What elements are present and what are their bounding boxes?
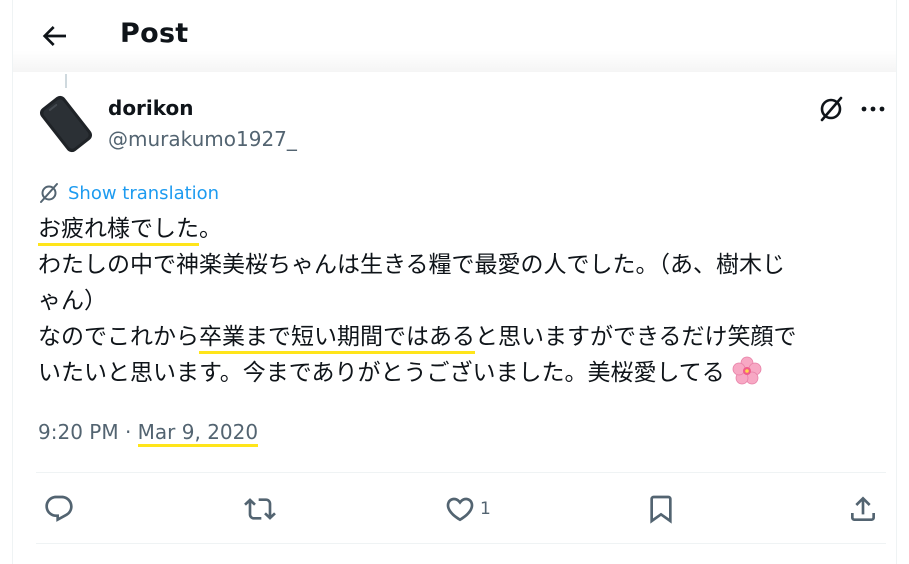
like-button[interactable]: 1 (444, 491, 491, 527)
author-handle[interactable]: @murakumo1927_ (108, 127, 297, 151)
heart-icon (446, 497, 474, 522)
translate-icon (40, 183, 58, 203)
share-icon (851, 496, 875, 521)
tweet-fragment: いたいと思います。今までありがとうございました。美桜愛してる (38, 360, 725, 386)
left-border (12, 0, 13, 564)
post-time: 9:20 PM (38, 420, 119, 444)
back-button[interactable] (38, 20, 70, 52)
share-button[interactable] (847, 491, 879, 527)
tweet-line: わたしの中で神楽美桜ちゃんは生きる糧で最愛の人でした。（あ、樹木じ (38, 252, 786, 278)
show-translation-label: Show translation (68, 182, 220, 204)
more-dots-icon (861, 106, 885, 112)
tweet-text: お疲れ様でした。 わたしの中で神楽美桜ちゃんは生きる糧で最愛の人でした。（あ、樹… (38, 211, 878, 391)
tweet-line: ゃん） (38, 288, 107, 314)
reply-icon (45, 495, 73, 522)
repost-button[interactable] (244, 491, 276, 527)
post-timestamp: 9:20 PM · Mar 9, 2020 (38, 420, 259, 447)
more-options-button[interactable] (858, 94, 888, 124)
highlighted-text: 卒業まで短い期間ではある (199, 324, 475, 354)
tweet-fragment: と思いますができるだけ笑顔で (475, 324, 797, 350)
reply-button[interactable] (43, 491, 75, 527)
author-display-name[interactable]: dorikon (108, 96, 194, 120)
arrow-left-icon (42, 26, 66, 46)
highlighted-text: お疲れ様でした (38, 216, 199, 246)
bookmark-button[interactable] (645, 491, 677, 527)
show-translation-link[interactable]: Show translation (38, 181, 219, 205)
tweet-line: いたいと思います。今までありがとうございました。美桜愛してる (38, 355, 878, 391)
divider (36, 543, 886, 544)
post-date-link[interactable]: Mar 9, 2020 (137, 420, 259, 447)
post-header: Post (13, 0, 896, 72)
like-count: 1 (480, 499, 491, 519)
grok-button[interactable] (816, 94, 846, 124)
bookmark-icon (650, 495, 672, 524)
tweet-line: なのでこれから卒業まで短い期間ではあると思いますができるだけ笑顔で (38, 319, 878, 355)
tweet-line: お疲れ様でした。 (38, 211, 878, 247)
grok-slash-icon (820, 96, 843, 122)
thread-connector (65, 74, 67, 88)
tweet-fragment: なのでこれから (38, 324, 199, 350)
repost-icon (244, 498, 276, 520)
cherry-blossom-emoji-icon (732, 356, 762, 385)
phone-avatar-icon (39, 95, 93, 153)
divider (36, 472, 886, 473)
page-title: Post (120, 18, 189, 49)
avatar[interactable] (36, 94, 96, 154)
right-border (896, 0, 897, 564)
tweet-fragment: 。 (199, 216, 222, 242)
meta-separator: · (124, 420, 132, 444)
